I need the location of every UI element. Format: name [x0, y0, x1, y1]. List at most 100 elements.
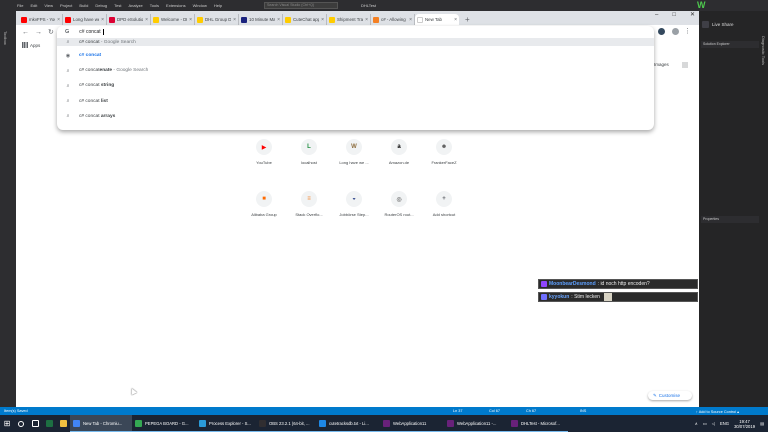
google-g-icon: G: [65, 29, 70, 35]
browser-tab[interactable]: c# - Allowing to ×: [371, 14, 415, 25]
vs-menu-tools[interactable]: Tools: [150, 3, 159, 8]
google-apps-icon[interactable]: [682, 62, 688, 68]
network-icon[interactable]: ▭: [703, 421, 707, 426]
stream-chat-overlay: MoonbearDesmond: id noch http encoden? ky…: [538, 279, 698, 305]
taskbar-item[interactable]: WebApplication11 -...: [444, 415, 508, 432]
shortcut-tile[interactable]: W Long have we ...: [332, 139, 376, 165]
taskbar-item[interactable]: PEPEGA BOARD - G...: [132, 415, 196, 432]
customise-button[interactable]: ✎ Customise: [648, 391, 692, 400]
omnibox-input[interactable]: G c# concat: [57, 26, 654, 38]
browser-tab[interactable]: mkvFPS - YouTube×: [19, 14, 63, 25]
browser-tab[interactable]: CuteChat app ×: [283, 14, 327, 25]
omnibox-suggestion[interactable]: ⌕ c# concatenate - Google Search: [57, 63, 654, 78]
chat-message: kyyokun: Stim lecken: [538, 292, 698, 302]
taskbar-items: New Tab - Chromiu... PEPEGA BOARD - G... P…: [70, 415, 568, 432]
clock[interactable]: 19:47 30/07/2019: [734, 419, 755, 429]
vs-search-box[interactable]: Search Visual Studio (Ctrl+Q): [264, 2, 338, 9]
tab-close-icon[interactable]: ×: [365, 17, 368, 23]
browser-tab[interactable]: Welcome - DHL×: [151, 14, 195, 25]
add-to-source-control[interactable]: ↑ Add to Source Control ▴: [696, 409, 739, 414]
language-indicator[interactable]: ENG: [720, 421, 729, 426]
excel-icon[interactable]: [42, 420, 56, 427]
vs-menu-analyze[interactable]: Analyze: [128, 3, 142, 8]
maximize-icon[interactable]: □: [672, 11, 676, 19]
vs-menu-test[interactable]: Test: [114, 3, 121, 8]
tab-close-icon[interactable]: ×: [321, 17, 324, 23]
omnibox-suggestion[interactable]: ⌕ c# concat list: [57, 94, 654, 109]
tab-close-icon[interactable]: ×: [409, 17, 412, 23]
taskbar-item[interactable]: cutetracksdb.txt - Li...: [316, 415, 380, 432]
omnibox-suggestion[interactable]: ⌕ c# concat - Google Search: [57, 38, 654, 46]
vs-menu-help[interactable]: Help: [214, 3, 222, 8]
live-share-label[interactable]: Live Share: [712, 22, 734, 27]
search-icon[interactable]: [14, 420, 28, 427]
properties-header[interactable]: Properties: [701, 216, 759, 223]
diagnostic-tools-tab[interactable]: Diagnostic Tools: [761, 36, 766, 65]
taskbar-item[interactable]: DHLTest - Microsof...: [508, 415, 568, 432]
vs-menu-build[interactable]: Build: [79, 3, 88, 8]
shortcut-tile[interactable]: ◎ RouterOS rout...: [377, 191, 421, 217]
windows-start-icon[interactable]: ⊞: [0, 419, 14, 428]
new-tab-button[interactable]: +: [465, 14, 470, 25]
shortcut-tile[interactable]: ◒ Jobbörse Step...: [332, 191, 376, 217]
notifications-icon[interactable]: ▤: [760, 421, 764, 426]
volume-icon[interactable]: ◁: [712, 421, 715, 426]
status-char: Ch 67: [526, 409, 537, 413]
tab-close-icon[interactable]: ×: [454, 17, 457, 23]
tab-close-icon[interactable]: ×: [145, 17, 148, 23]
taskbar-item[interactable]: New Tab - Chromiu...: [70, 415, 132, 432]
shortcut-tile[interactable]: ▶ YouTube: [242, 139, 286, 165]
close-icon[interactable]: ✕: [690, 11, 695, 19]
tab-close-icon[interactable]: ×: [101, 17, 104, 23]
reload-icon[interactable]: ↻: [48, 28, 54, 36]
shortcut-tile[interactable]: + Add shortcut: [422, 191, 466, 217]
taskbar-item-label: Process Explorer - S...: [209, 420, 251, 426]
tab-close-icon[interactable]: ×: [57, 17, 60, 23]
browser-tab[interactable]: DHL Group Developer×: [195, 14, 239, 25]
solution-explorer-header[interactable]: Solution Explorer: [701, 41, 759, 48]
shortcut-icon: ◎: [391, 191, 407, 207]
browser-tab[interactable]: Shipment Tracking×: [327, 14, 371, 25]
vs-menu-view[interactable]: View: [44, 3, 53, 8]
profile-avatar-icon[interactable]: [672, 28, 679, 35]
browser-tab[interactable]: Long have we waited×: [63, 14, 107, 25]
vs-menu-debug[interactable]: Debug: [95, 3, 107, 8]
taskbar-item[interactable]: Process Explorer - S...: [196, 415, 256, 432]
images-link[interactable]: Images: [654, 62, 669, 67]
toolbox-tab[interactable]: Toolbox: [3, 31, 8, 45]
file-explorer-icon[interactable]: [56, 420, 70, 427]
browser-tab[interactable]: 10 Minute Mail ×: [239, 14, 283, 25]
shortcut-tile[interactable]: ☻ FrankerFaceZ: [422, 139, 466, 165]
omnibox-suggestion[interactable]: ⌕ c# concat arrays: [57, 109, 654, 124]
shortcut-tile[interactable]: a Amazon.de: [377, 139, 421, 165]
vs-menu-edit[interactable]: Edit: [30, 3, 37, 8]
taskbar-item[interactable]: WebApplication11: [380, 415, 444, 432]
forward-icon[interactable]: →: [35, 29, 42, 36]
back-icon[interactable]: ←: [22, 29, 29, 36]
site-icon: ◉: [65, 52, 71, 59]
extension-shield-icon[interactable]: [658, 28, 665, 35]
shortcut-tile[interactable]: Llocalhost: [287, 139, 331, 165]
status-column: Col 67: [489, 409, 500, 413]
tray-chevron-icon[interactable]: ∧: [695, 421, 698, 426]
browser-tab[interactable]: New Tab ×: [415, 14, 459, 25]
tab-close-icon[interactable]: ×: [189, 17, 192, 23]
taskbar-item[interactable]: OBS 23.2.1 (64-bit, ...: [256, 415, 316, 432]
vs-menu-extensions[interactable]: Extensions: [166, 3, 186, 8]
browser-tab[interactable]: DPD eSolutions×: [107, 14, 151, 25]
task-view-icon[interactable]: [28, 420, 42, 427]
apps-icon[interactable]: [22, 42, 28, 48]
vs-menu-project[interactable]: Project: [60, 3, 72, 8]
minimize-icon[interactable]: –: [655, 11, 658, 19]
shortcut-tile[interactable]: ■ Alibaba Group: [242, 191, 286, 217]
omnibox-suggestion[interactable]: ⌕ c# concat string: [57, 78, 654, 93]
omnibox-suggestion[interactable]: ◉ c# concat: [57, 48, 654, 63]
shortcut-tile[interactable]: ≡ Stack Overflo...: [287, 191, 331, 217]
vs-menu-file[interactable]: File: [17, 3, 23, 8]
chrome-menu-icon[interactable]: ⋮: [684, 27, 691, 35]
tab-close-icon[interactable]: ×: [233, 17, 236, 23]
suggestion-text: c# concat: [79, 53, 101, 58]
vs-menu-window[interactable]: Window: [193, 3, 207, 8]
tab-close-icon[interactable]: ×: [277, 17, 280, 23]
apps-bookmark[interactable]: Apps: [30, 43, 40, 48]
